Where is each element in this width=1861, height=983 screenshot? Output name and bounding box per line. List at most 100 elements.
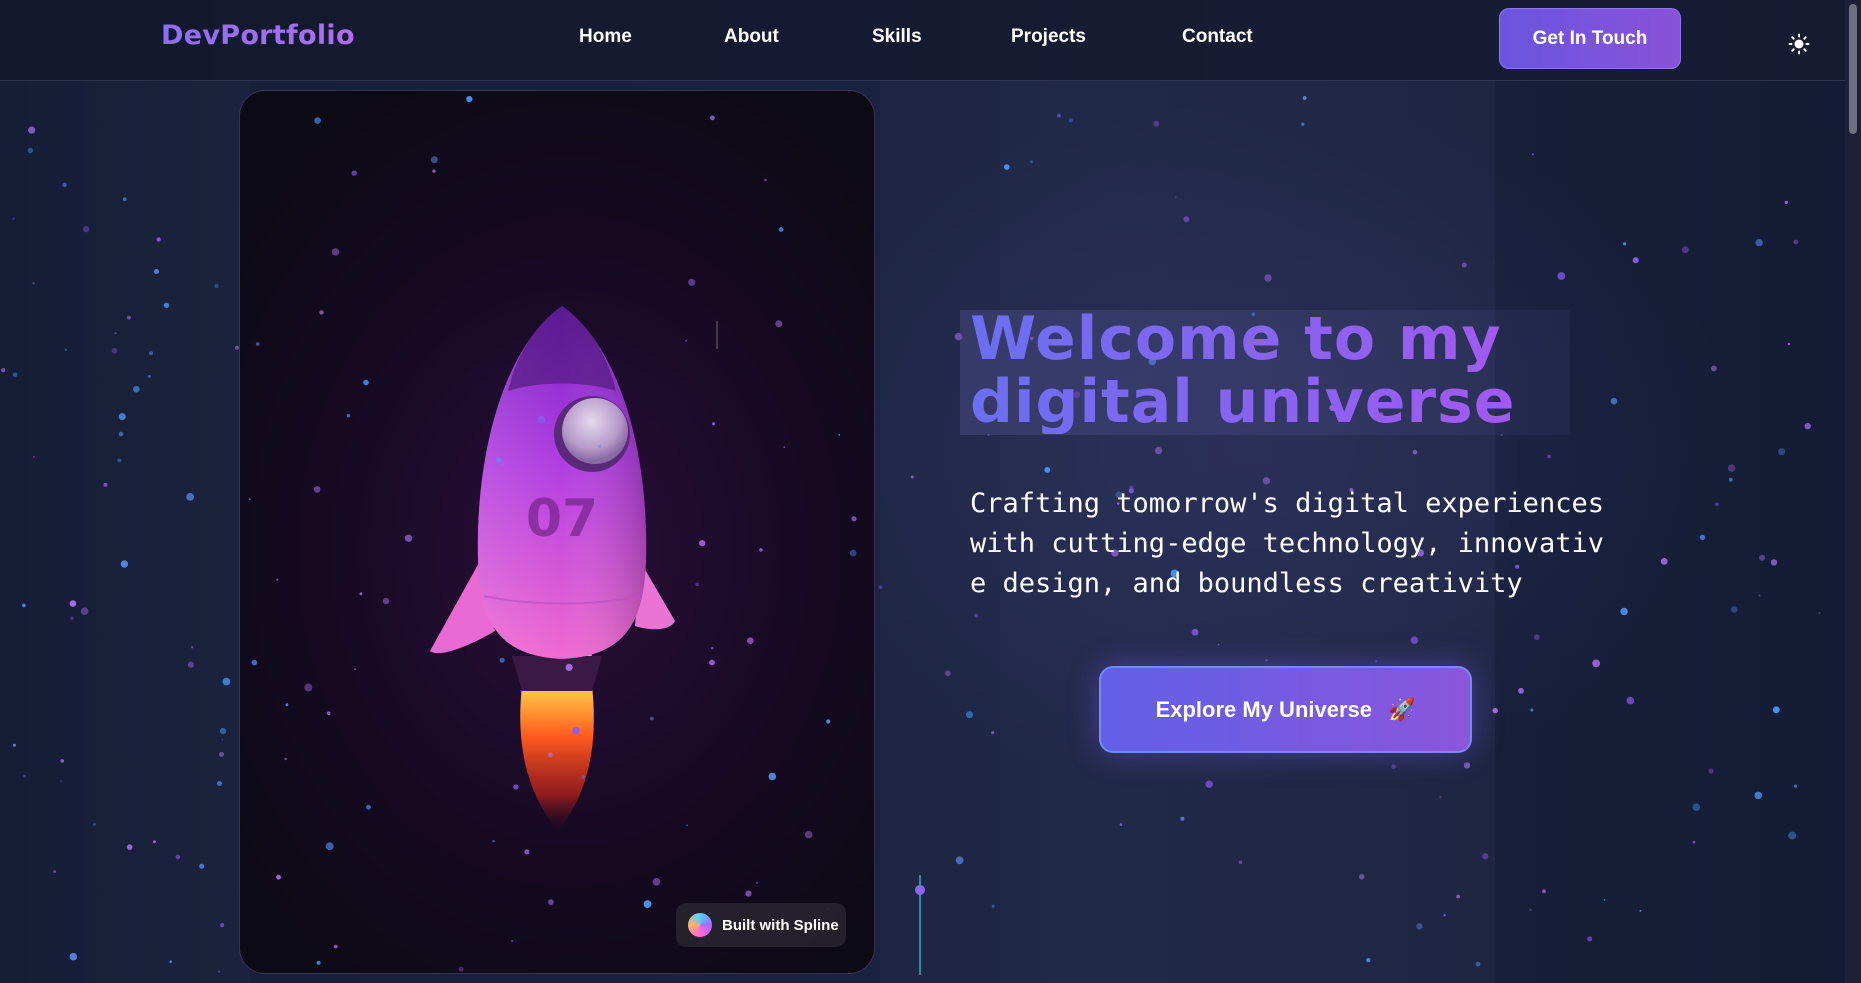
star: [1153, 120, 1160, 127]
star: [1174, 196, 1177, 199]
star: [1482, 853, 1489, 860]
star: [126, 844, 133, 850]
star: [1154, 446, 1163, 455]
star: [366, 804, 371, 810]
star: [217, 781, 222, 786]
star: [1265, 659, 1268, 662]
star: [1587, 936, 1593, 942]
star: [652, 878, 661, 886]
star: [851, 516, 857, 522]
star: [1463, 762, 1471, 769]
nav-link-about[interactable]: About: [724, 26, 779, 48]
star: [59, 780, 62, 783]
star: [1416, 923, 1423, 930]
star: [764, 178, 767, 182]
rocket-3d-scene[interactable]: 07 Built with Spline: [239, 90, 875, 974]
star: [359, 592, 363, 596]
star: [32, 282, 35, 285]
star: [1727, 464, 1736, 472]
star: [404, 534, 413, 542]
star: [304, 683, 313, 692]
star: [910, 475, 914, 479]
star: [1180, 816, 1185, 821]
theme-toggle-button[interactable]: [1786, 31, 1812, 57]
star: [1191, 628, 1199, 636]
rocket-illustration: 07: [248, 96, 857, 972]
star: [849, 549, 857, 557]
star: [826, 719, 831, 724]
built-with-spline-badge[interactable]: Built with Spline: [676, 903, 846, 947]
star: [955, 856, 964, 865]
star: [163, 302, 170, 308]
star: [775, 320, 783, 328]
star: [1439, 795, 1442, 799]
star: [768, 772, 777, 781]
star: [838, 434, 841, 436]
star: [1620, 607, 1628, 616]
star: [27, 147, 33, 154]
nav-link-contact[interactable]: Contact: [1182, 26, 1253, 48]
star: [118, 431, 124, 437]
star: [495, 457, 502, 463]
star: [133, 385, 140, 393]
star: [220, 923, 225, 928]
sun-icon: [1788, 33, 1810, 55]
star: [1759, 554, 1766, 561]
star: [221, 739, 224, 741]
star: [685, 339, 688, 342]
star: [966, 711, 973, 719]
get-in-touch-button[interactable]: Get In Touch: [1499, 8, 1681, 69]
star: [581, 775, 586, 779]
star: [1366, 958, 1371, 963]
star: [220, 728, 227, 735]
explore-universe-button[interactable]: Explore My Universe 🚀: [1099, 666, 1472, 753]
star: [511, 939, 514, 943]
star: [699, 540, 706, 547]
star: [499, 461, 506, 468]
star: [1778, 448, 1786, 456]
star: [1391, 764, 1396, 770]
nav-link-projects[interactable]: Projects: [1011, 26, 1086, 48]
star: [1730, 606, 1738, 613]
star: [778, 227, 784, 232]
star: [695, 582, 699, 587]
star: [1660, 558, 1668, 565]
star: [1692, 840, 1696, 844]
star: [1793, 239, 1799, 245]
scrollbar-thumb[interactable]: [1849, 4, 1857, 134]
vertical-scrollbar[interactable]: [1845, 0, 1861, 983]
star: [222, 677, 231, 686]
nav-link-home[interactable]: Home: [579, 26, 632, 48]
star: [53, 870, 57, 873]
star: [686, 824, 689, 827]
star: [1529, 908, 1532, 911]
star: [1804, 422, 1811, 430]
star: [804, 830, 813, 839]
nav-link-skills[interactable]: Skills: [872, 26, 922, 48]
star: [319, 310, 324, 315]
background-band: [0, 80, 250, 983]
star: [70, 616, 74, 620]
star: [149, 351, 153, 356]
star: [382, 597, 390, 605]
star: [316, 960, 321, 965]
star: [1375, 660, 1378, 663]
star: [251, 659, 258, 666]
star: [1443, 914, 1446, 917]
star: [974, 613, 979, 618]
star: [1530, 708, 1534, 712]
star: [1793, 784, 1798, 788]
star: [93, 823, 96, 826]
rocket-number-label: 07: [526, 489, 598, 549]
star: [1068, 118, 1073, 123]
star: [12, 217, 15, 220]
star: [126, 315, 131, 320]
star: [1492, 707, 1498, 714]
star: [187, 661, 194, 668]
star: [643, 900, 652, 908]
star: [12, 743, 16, 747]
star: [1533, 634, 1540, 641]
star: [430, 156, 438, 164]
star: [122, 197, 127, 202]
site-logo[interactable]: DevPortfolio: [161, 20, 355, 51]
